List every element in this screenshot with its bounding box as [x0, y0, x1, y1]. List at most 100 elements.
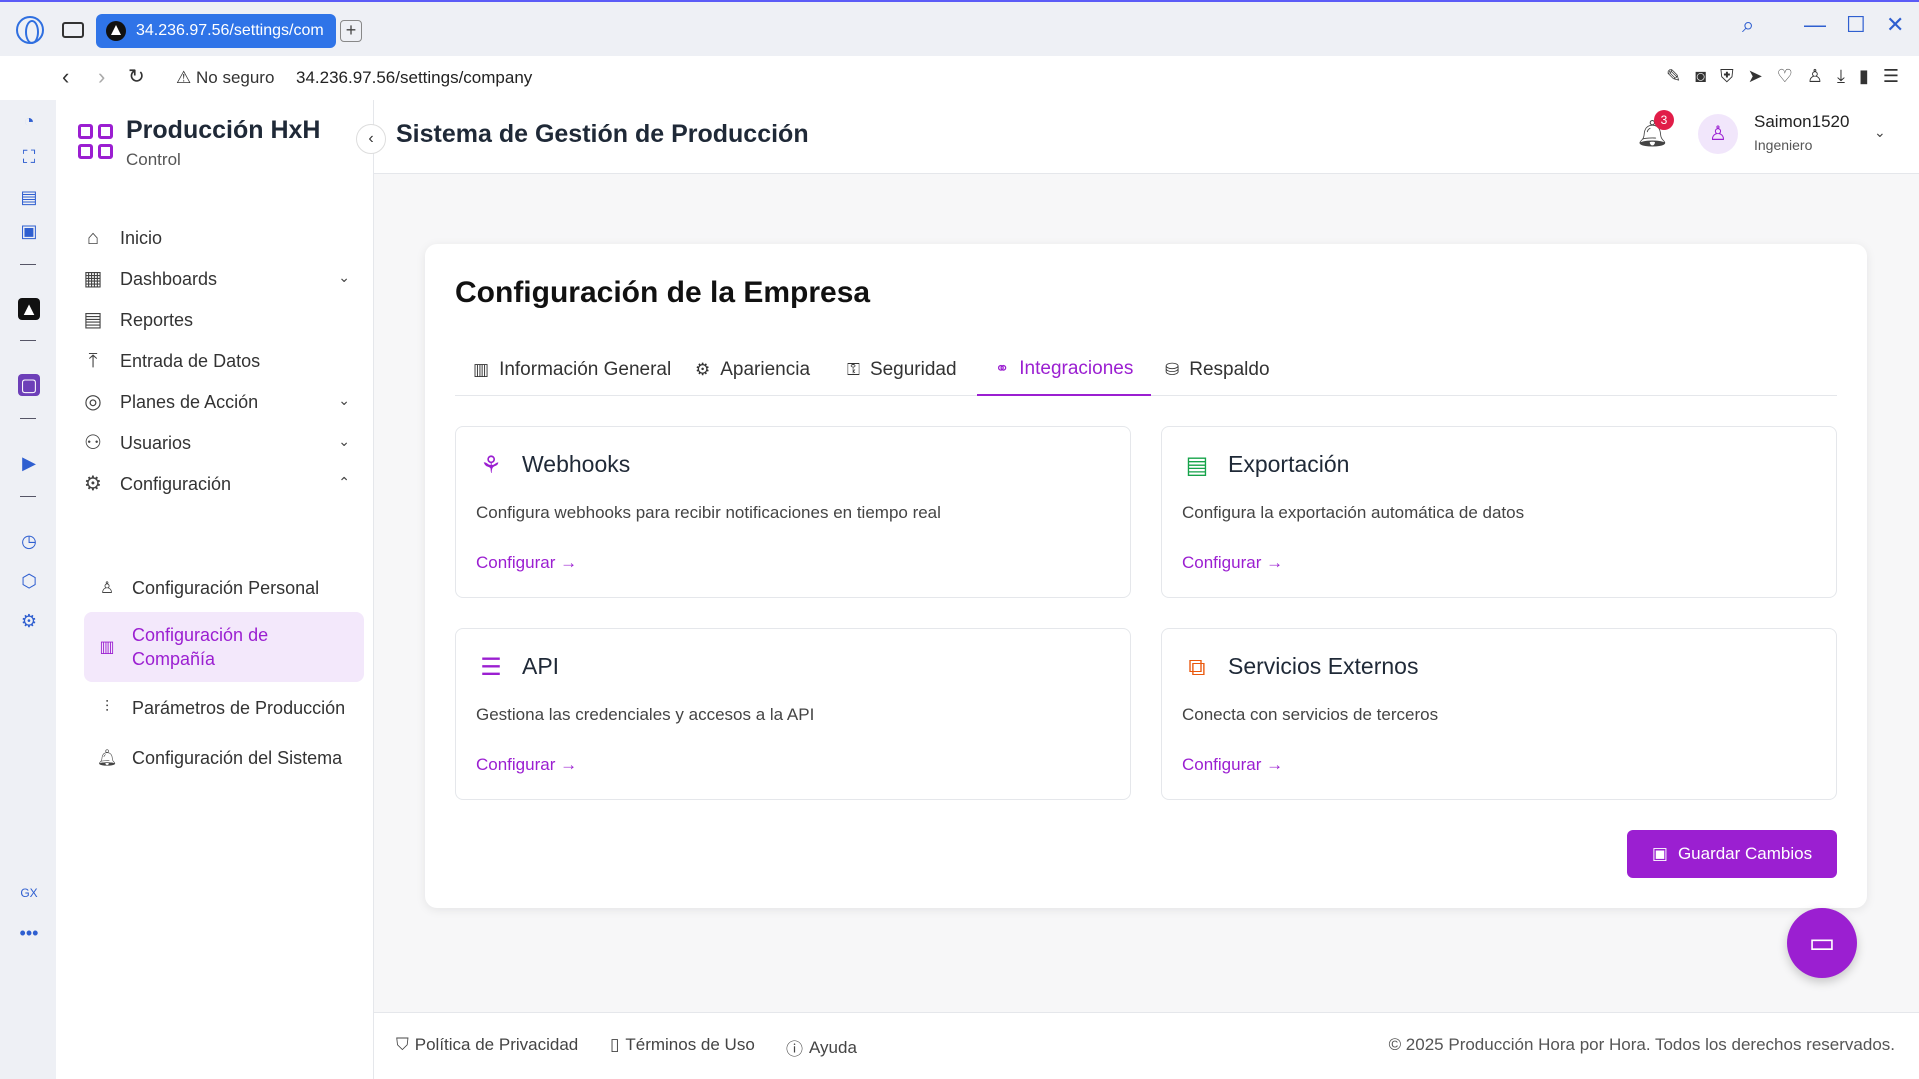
collapse-sidebar-button[interactable]: ‹ — [356, 124, 386, 154]
chevron-down-icon[interactable]: ⌄ — [1874, 124, 1886, 141]
menu-icon[interactable]: ☰ — [1883, 66, 1899, 87]
sidebar-toggle-icon[interactable] — [62, 22, 84, 38]
cube-icon[interactable]: ⬡ — [18, 570, 40, 592]
profile-icon[interactable]: ♙ — [1807, 66, 1823, 87]
forward-button[interactable]: › — [98, 64, 105, 90]
chevron-down-icon: ⌄ — [338, 433, 350, 449]
back-button[interactable]: ‹ — [62, 64, 69, 90]
sidebar-subitem-configuracion-sistema[interactable]: 🔔︎ Configuración del Sistema — [96, 738, 356, 778]
tab-integraciones[interactable]: ⚭ Integraciones — [977, 344, 1152, 396]
sidebar-divider — [20, 340, 36, 341]
maximize-button[interactable]: ☐ — [1846, 12, 1866, 38]
sidebar-item-configuracion[interactable]: ⚙ Configuración ⌃ — [80, 464, 360, 504]
send-icon[interactable]: ➤ — [1748, 66, 1763, 87]
save-button-label: Guardar Cambios — [1677, 844, 1813, 863]
avatar[interactable]: ♙ — [1698, 114, 1738, 154]
tab-apariencia[interactable]: ⚙ Apariencia — [677, 344, 828, 396]
minimize-button[interactable]: — — [1804, 12, 1826, 38]
user-role: Ingeniero — [1754, 137, 1813, 153]
aria-icon[interactable]: ▲ — [18, 298, 40, 320]
sidebar-item-usuarios[interactable]: ⚇ Usuarios ⌄ — [80, 423, 360, 463]
gear-icon: ⚙ — [84, 473, 102, 495]
sidebar-item-entrada-datos[interactable]: ⤒ Entrada de Datos — [80, 341, 360, 381]
reload-button[interactable]: ↻ — [128, 64, 145, 89]
server-icon: ☰ — [480, 654, 502, 681]
sidebar-item-inicio[interactable]: ⌂ Inicio — [80, 218, 360, 258]
sidebar-item-label: Configuración — [120, 473, 232, 494]
camera-icon[interactable]: ◙ — [1695, 66, 1706, 87]
chat-button[interactable]: ▭ — [1787, 908, 1857, 978]
insecure-indicator[interactable]: ⚠ No seguro — [176, 68, 274, 88]
sidebar-subitem-configuracion-compania[interactable]: ▥ Configuración de Compañía — [84, 612, 364, 682]
player-icon[interactable]: ▶ — [18, 452, 40, 474]
upload-icon: ⤒ — [88, 350, 98, 372]
sidebar-item-dashboards[interactable]: ▦ Dashboards ⌄ — [80, 259, 360, 299]
brand-logo-icon — [78, 124, 114, 160]
sidebar-divider — [20, 496, 36, 497]
crypto-wallet-icon[interactable]: ⛶ — [18, 146, 40, 168]
chevron-down-icon: ⌄ — [338, 392, 350, 408]
app-header: Sistema de Gestión de Producción 🔔︎ 3 ♙ … — [374, 100, 1919, 174]
browser-tab-title: 34.236.97.56/settings/com — [136, 22, 324, 39]
settings-icon[interactable]: ⚙ — [18, 610, 40, 632]
report-icon: ▤ — [83, 309, 103, 331]
brand-subtitle: Control — [126, 150, 181, 169]
sidebar-item-planes-accion[interactable]: ◎ Planes de Acción ⌄ — [80, 382, 360, 422]
settings-tabs: ▥ Información General ⚙ Apariencia ⚿ Seg… — [455, 344, 1837, 396]
gear-icon: ⚙ — [695, 360, 711, 379]
site-favicon-icon — [106, 21, 126, 41]
chip-icon[interactable]: ▣ — [18, 220, 40, 242]
chevron-down-icon: ⌄ — [338, 269, 350, 285]
save-button[interactable]: ▣ Guardar Cambios — [1627, 830, 1837, 878]
configure-link[interactable]: Configurar → — [476, 553, 577, 573]
twitch-icon[interactable]: ▢ — [18, 374, 40, 396]
edit-icon[interactable]: ✎ — [1666, 66, 1681, 87]
download-icon[interactable]: ⤓ — [1837, 66, 1845, 87]
more-icon[interactable]: ••• — [18, 922, 40, 944]
sidebar-subitem-label: Configuración de Compañía — [132, 625, 269, 669]
sidebar-subitem-parametros-produccion[interactable]: ⫶ Parámetros de Producción — [96, 688, 356, 728]
sidebar-item-label: Reportes — [120, 309, 194, 330]
terms-link-label: Términos de Uso — [625, 1035, 755, 1054]
configure-link[interactable]: Configurar → — [476, 755, 577, 775]
close-window-button[interactable]: ✕ — [1886, 12, 1904, 38]
sidebar-item-label: Dashboards — [120, 268, 218, 289]
history-icon[interactable]: ◷ — [18, 530, 40, 552]
notification-badge: 3 — [1654, 110, 1674, 130]
configure-link[interactable]: Configurar → — [1182, 755, 1283, 775]
users-icon: ⚇ — [84, 432, 102, 454]
browser-tab[interactable]: 34.236.97.56/settings/com — [96, 14, 336, 48]
tab-label: Seguridad — [869, 359, 957, 380]
chevron-up-icon: ⌃ — [338, 474, 350, 490]
network-icon: ⧉ — [1188, 654, 1206, 681]
sidebar-item-label: Entrada de Datos — [120, 350, 261, 371]
opera-logo-icon[interactable] — [16, 16, 44, 44]
speed-dial-icon[interactable]: ◔ — [18, 110, 40, 132]
url-field[interactable]: 34.236.97.56/settings/company — [296, 68, 532, 88]
sidebar-subitem-label: Parámetros de Producción — [132, 697, 346, 718]
tab-respaldo[interactable]: ⛁ Respaldo — [1147, 344, 1288, 396]
heart-icon[interactable]: ♡ — [1777, 66, 1793, 87]
company-settings-card: Configuración de la Empresa ▥ Informació… — [425, 244, 1867, 908]
gx-icon[interactable]: GX — [18, 882, 40, 904]
new-tab-button[interactable]: + — [340, 20, 362, 42]
terms-link[interactable]: ▯ Términos de Uso — [610, 1035, 755, 1055]
user-name[interactable]: Saimon1520 — [1754, 112, 1849, 132]
chat-icon: ▭ — [1808, 927, 1836, 958]
copyright-text: © 2025 Producción Hora por Hora. Todos l… — [1388, 1035, 1895, 1054]
integration-title: API — [522, 653, 560, 679]
tab-seguridad[interactable]: ⚿ Seguridad — [829, 344, 975, 396]
battery-icon[interactable]: ▮ — [1859, 66, 1869, 87]
tab-informacion-general[interactable]: ▥ Información General — [455, 344, 689, 396]
help-link-label: Ayuda — [809, 1037, 857, 1057]
sidebar-subitem-configuracion-personal[interactable]: ♙ Configuración Personal — [96, 568, 356, 608]
privacy-link[interactable]: ⛉ Política de Privacidad — [396, 1035, 578, 1055]
help-link[interactable]: ⓘ Ayuda — [786, 1035, 857, 1060]
sidebar-item-reportes[interactable]: ▤ Reportes — [80, 300, 360, 340]
sidebar-item-label: Planes de Acción — [120, 391, 259, 412]
privacy-link-label: Política de Privacidad — [414, 1035, 579, 1054]
configure-link[interactable]: Configurar → — [1182, 553, 1283, 573]
search-icon[interactable]: ⌕ — [1742, 12, 1754, 38]
tabs-icon[interactable]: ▤ — [18, 186, 40, 208]
adblock-icon[interactable]: ⛨ — [1720, 66, 1734, 87]
